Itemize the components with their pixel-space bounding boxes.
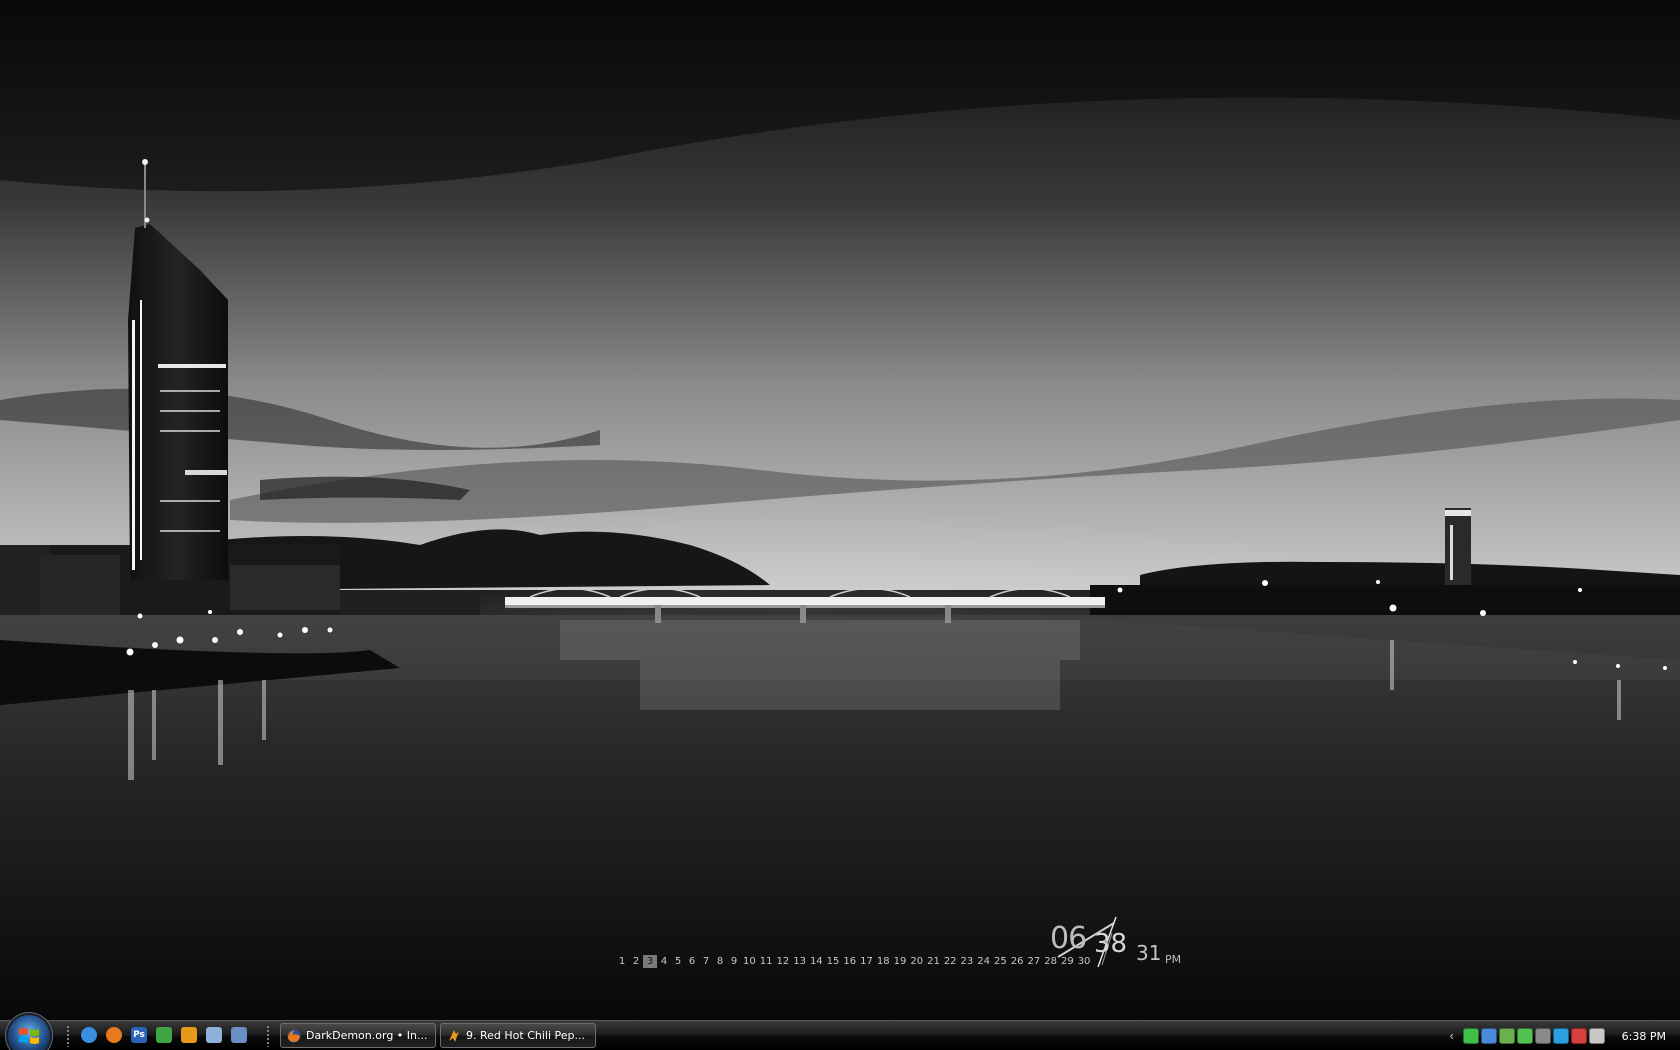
skype-icon[interactable] bbox=[1552, 1028, 1569, 1044]
firefox-icon bbox=[287, 1029, 301, 1042]
tray-icons bbox=[1462, 1028, 1606, 1044]
calendar-day: 27 bbox=[1027, 955, 1041, 967]
calendar-day: 13 bbox=[793, 955, 806, 967]
network-status-icon[interactable] bbox=[1462, 1028, 1479, 1044]
calendar-day: 4 bbox=[660, 955, 668, 967]
task-button-firefox[interactable]: DarkDemon.org • In... bbox=[280, 1023, 436, 1048]
calendar-day: 10 bbox=[743, 955, 756, 967]
calendar-day: 23 bbox=[960, 955, 974, 967]
taskbar-clock[interactable]: 6:38 PM bbox=[1606, 1030, 1680, 1043]
notification-area: ‹ 6:38 PM bbox=[1446, 1021, 1680, 1050]
calendar-day: 22 bbox=[943, 955, 957, 967]
clock-hours: 06 bbox=[1050, 921, 1087, 956]
taskbar: Ps DarkDemon.org • In... 9. Red Hot Chil… bbox=[0, 1015, 1680, 1050]
messenger-icon-glyph bbox=[156, 1027, 172, 1043]
task-button-winamp[interactable]: 9. Red Hot Chili Pep... bbox=[440, 1023, 596, 1048]
calendar-day: 24 bbox=[977, 955, 991, 967]
calendar-day: 17 bbox=[860, 955, 873, 967]
calendar-day: 7 bbox=[702, 955, 710, 967]
calendar-day: 14 bbox=[809, 955, 823, 967]
clock-ampm: PM bbox=[1165, 953, 1182, 966]
volume-icon[interactable] bbox=[1588, 1028, 1605, 1044]
calendar-day: 6 bbox=[688, 955, 696, 967]
calendar-day: 15 bbox=[826, 955, 840, 967]
calendar-day: 5 bbox=[674, 955, 682, 967]
calendar-day: 26 bbox=[1010, 955, 1024, 967]
windows-logo-icon bbox=[19, 1028, 39, 1044]
switch-windows-icon[interactable] bbox=[228, 1024, 250, 1046]
clock-minutes: 38 bbox=[1094, 929, 1128, 959]
calendar-strip: 1 2 3 4 5 6 7 8 9 10 11 12 13 14 15 16 17 18 19 20 21 22 23 24 2… bbox=[615, 954, 1092, 968]
internet-explorer-icon-glyph bbox=[81, 1027, 97, 1043]
task-button-label: DarkDemon.org • In... bbox=[306, 1029, 428, 1042]
calendar-day: 21 bbox=[927, 955, 940, 967]
show-desktop-icon[interactable] bbox=[203, 1024, 225, 1046]
messenger-icon[interactable] bbox=[153, 1024, 175, 1046]
security-icon[interactable] bbox=[1534, 1028, 1551, 1044]
calendar-day: 1 bbox=[618, 955, 626, 967]
show-hidden-icons-button[interactable]: ‹ bbox=[1446, 1029, 1458, 1043]
photoshop-icon-glyph: Ps bbox=[131, 1027, 147, 1043]
calendar-day-today: 3 bbox=[643, 954, 657, 968]
photoshop-icon[interactable]: Ps bbox=[128, 1024, 150, 1046]
calendar-day: 12 bbox=[776, 955, 790, 967]
internet-explorer-icon[interactable] bbox=[78, 1024, 100, 1046]
nvidia-icon[interactable] bbox=[1498, 1028, 1515, 1044]
calendar-day: 2 bbox=[632, 955, 640, 967]
calendar-day: 16 bbox=[843, 955, 857, 967]
taskbar-grip[interactable] bbox=[266, 1025, 270, 1047]
clock-seconds: 31 bbox=[1136, 941, 1162, 965]
winamp-icon bbox=[449, 1029, 459, 1042]
quick-launch-toolbar: Ps bbox=[78, 1024, 250, 1046]
start-button[interactable] bbox=[8, 1015, 50, 1050]
calendar-day: 19 bbox=[893, 955, 907, 967]
firefox-icon[interactable] bbox=[103, 1024, 125, 1046]
calendar-day: 18 bbox=[876, 955, 890, 967]
firefox-icon-glyph bbox=[106, 1027, 122, 1043]
desktop: 1 2 3 4 5 6 7 8 9 10 11 12 13 14 15 16 17 18 19 20 21 22 23 24 2… bbox=[0, 0, 1680, 1050]
taskbar-grip[interactable] bbox=[66, 1025, 70, 1047]
show-desktop-icon-glyph bbox=[206, 1027, 222, 1043]
calendar-day: 9 bbox=[730, 955, 738, 967]
calendar-day: 25 bbox=[994, 955, 1007, 967]
winamp-icon[interactable] bbox=[178, 1024, 200, 1046]
green-app-icon[interactable] bbox=[1516, 1028, 1533, 1044]
antivirus-icon[interactable] bbox=[1570, 1028, 1587, 1044]
desktop-wallpaper bbox=[0, 0, 1680, 1020]
winamp-icon-glyph bbox=[181, 1027, 197, 1043]
clock-widget: 06 38 31 PM bbox=[1050, 895, 1190, 975]
calendar-day: 8 bbox=[716, 955, 724, 967]
calendar-day: 20 bbox=[910, 955, 924, 967]
bluetooth-icon[interactable] bbox=[1480, 1028, 1497, 1044]
task-button-label: 9. Red Hot Chili Pep... bbox=[466, 1029, 585, 1042]
switch-windows-icon-glyph bbox=[231, 1027, 247, 1043]
calendar-day: 11 bbox=[759, 955, 773, 967]
